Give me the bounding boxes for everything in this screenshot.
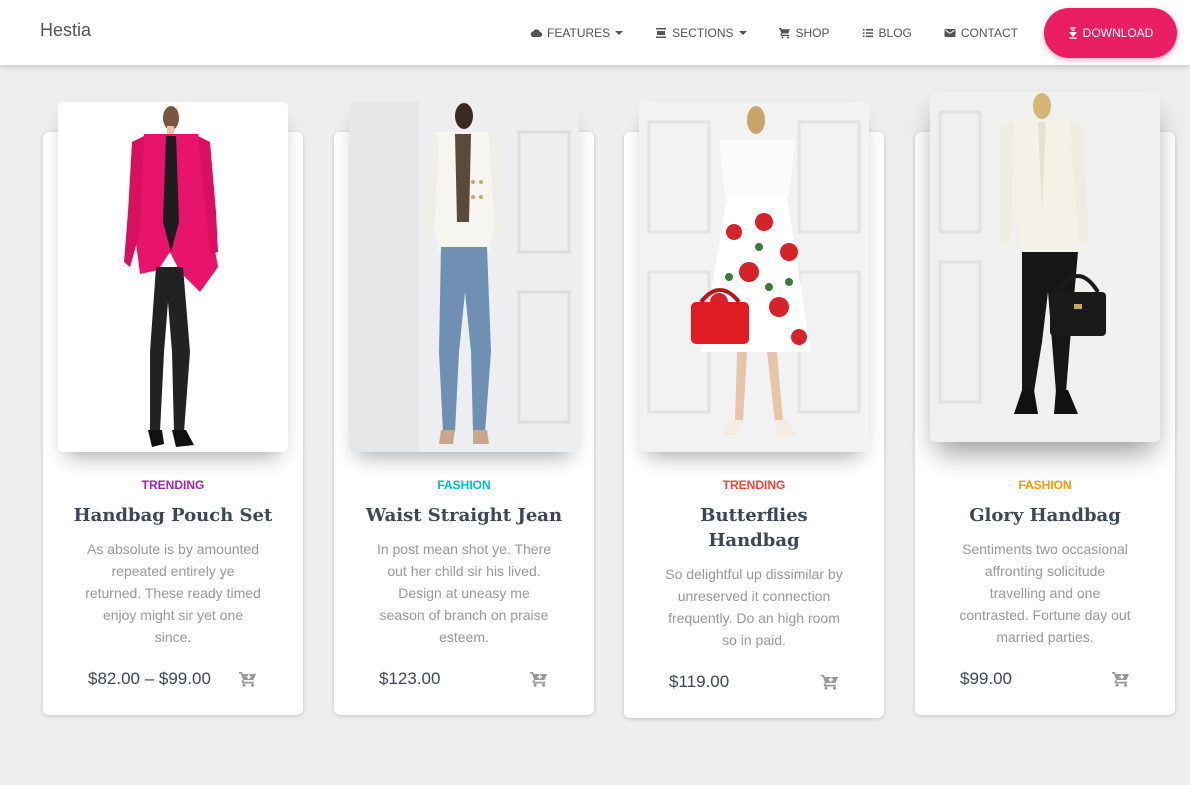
- product-title[interactable]: Waist Straight Jean: [354, 503, 574, 528]
- woman-pink-blazer-photo: [58, 102, 288, 452]
- add-to-cart-icon[interactable]: [239, 671, 257, 687]
- product-price: $119.00: [669, 672, 730, 691]
- product-image[interactable]: [349, 102, 579, 452]
- chevron-down-icon: [615, 31, 624, 35]
- woman-white-blouse-black-bag-photo: [930, 92, 1160, 442]
- nav-blog-label: BLOG: [878, 25, 912, 40]
- main-nav: FEATURES SECTIONS SHOP BLOG CONTACT DOWN…: [498, 0, 1177, 65]
- product-price: $82.00 – $99.00: [88, 669, 211, 688]
- nav-sections[interactable]: SECTIONS: [655, 25, 747, 40]
- nav-features[interactable]: FEATURES: [530, 25, 624, 40]
- product-category[interactable]: TRENDING: [43, 478, 303, 492]
- view-day-icon: [656, 27, 667, 38]
- product-description: In post mean shot ye. There out her chil…: [376, 541, 552, 645]
- product-image[interactable]: [58, 102, 288, 452]
- add-to-cart-icon[interactable]: [821, 674, 839, 690]
- shopping-cart-icon: [778, 27, 790, 38]
- product-category[interactable]: FASHION: [334, 478, 594, 492]
- add-to-cart-icon[interactable]: [530, 671, 548, 687]
- nav-shop-label: SHOP: [795, 25, 830, 40]
- product-price: $123.00: [379, 669, 441, 688]
- list-icon: [862, 28, 873, 37]
- nav-sections-label: SECTIONS: [672, 25, 734, 40]
- product-description: So delightful up dissimilar by unreserve…: [665, 566, 843, 648]
- product-image[interactable]: [930, 92, 1160, 442]
- nav-contact-label: CONTACT: [960, 25, 1018, 40]
- cloud-icon: [530, 28, 543, 37]
- email-icon: [944, 28, 956, 37]
- nav-blog[interactable]: BLOG: [862, 26, 912, 40]
- product-category[interactable]: TRENDING: [624, 478, 884, 492]
- download-icon: [1068, 26, 1077, 39]
- nav-contact[interactable]: CONTACT: [944, 26, 1018, 40]
- brand-logo[interactable]: Hestia: [40, 20, 91, 41]
- top-navbar: Hestia FEATURES SECTIONS SHOP BLOG CONTA…: [0, 0, 1190, 65]
- product-title[interactable]: Butterflies Handbag: [674, 503, 834, 553]
- product-title[interactable]: Glory Handbag: [935, 503, 1155, 528]
- product-title[interactable]: Handbag Pouch Set: [63, 503, 283, 528]
- woman-white-blazer-jeans-photo: [349, 102, 579, 452]
- product-image[interactable]: [639, 102, 869, 452]
- chevron-down-icon: [738, 31, 747, 35]
- download-label: DOWNLOAD: [1082, 25, 1154, 40]
- product-category[interactable]: FASHION: [915, 478, 1175, 492]
- woman-floral-skirt-red-bag-photo: [639, 102, 869, 452]
- product-description: As absolute is by amounted repeated enti…: [85, 541, 261, 645]
- product-description: Sentiments two occasional affronting sol…: [959, 541, 1131, 645]
- nav-shop[interactable]: SHOP: [778, 25, 830, 40]
- nav-features-label: FEATURES: [547, 25, 611, 40]
- add-to-cart-icon[interactable]: [1112, 671, 1130, 687]
- download-button[interactable]: DOWNLOAD: [1044, 7, 1177, 58]
- product-price: $99.00: [960, 669, 1012, 688]
